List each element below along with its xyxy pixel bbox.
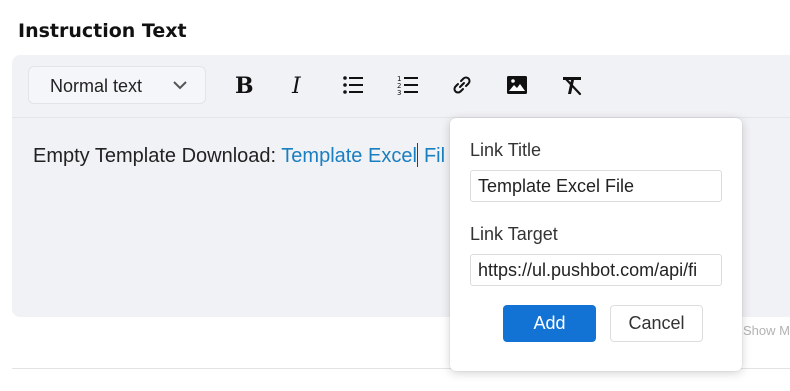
numbered-list-icon: 1 2 3 <box>397 75 418 96</box>
show-more-link[interactable]: Show M <box>743 323 790 338</box>
bulleted-list-button[interactable] <box>340 72 366 98</box>
svg-text:B: B <box>235 74 254 96</box>
clear-formatting-button[interactable] <box>559 72 585 98</box>
editor-content[interactable]: Empty Template Download: Template Excel … <box>33 143 445 168</box>
block-type-value: Normal text <box>50 76 143 96</box>
svg-text:I: I <box>291 74 302 96</box>
link-target-label: Link Target <box>470 224 558 244</box>
content-prefix-text: Empty Template Download: <box>33 145 282 167</box>
link-button[interactable] <box>449 72 475 98</box>
bold-icon: B <box>235 74 254 96</box>
content-link-text-start[interactable]: Template Excel <box>281 145 417 167</box>
content-link-text-end[interactable]: Fil <box>418 145 445 167</box>
chevron-down-icon <box>173 81 187 90</box>
svg-text:3: 3 <box>397 89 401 96</box>
numbered-list-button[interactable]: 1 2 3 <box>395 72 421 98</box>
image-icon <box>507 76 527 94</box>
bold-button[interactable]: B <box>230 72 256 98</box>
editor-toolbar: Normal text B I 1 2 3 <box>12 55 790 118</box>
italic-icon: I <box>291 74 302 96</box>
link-icon <box>453 76 471 94</box>
image-button[interactable] <box>504 72 530 98</box>
link-popover: Link Title Link Target Add Cancel <box>450 118 742 371</box>
block-type-select[interactable]: Normal text <box>28 66 206 104</box>
bulleted-list-icon <box>343 76 363 94</box>
link-title-label: Link Title <box>470 140 542 160</box>
italic-button[interactable]: I <box>284 72 310 98</box>
link-title-input[interactable] <box>470 170 722 202</box>
link-target-input[interactable] <box>470 254 722 286</box>
section-title: Instruction Text <box>18 20 187 42</box>
add-button[interactable]: Add <box>503 305 596 342</box>
clear-formatting-icon <box>563 76 582 96</box>
cancel-button[interactable]: Cancel <box>610 305 703 342</box>
